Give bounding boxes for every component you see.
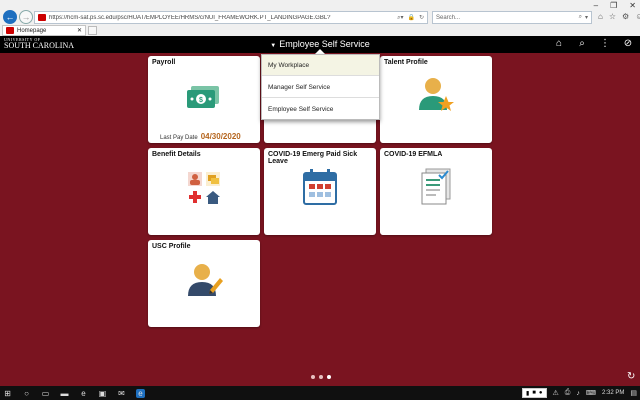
home-icon[interactable]: ⌂	[553, 38, 565, 49]
browser-chrome: – ❐ ✕ ← → https://hcm-sat.ps.sc.edu/psc/…	[0, 0, 640, 36]
task-view-icon[interactable]: ▭	[41, 389, 50, 398]
smiley-icon[interactable]: ☺	[635, 12, 640, 21]
tray-chart-icon: ▮	[525, 390, 530, 397]
homepage-dropdown: My Workplace Manager Self Service Employ…	[261, 54, 380, 120]
arrow-right-icon: →	[21, 12, 31, 22]
close-icon[interactable]: ✕	[629, 1, 636, 10]
refresh-icon[interactable]: ↻	[419, 14, 424, 22]
notifications-icon[interactable]: ▤	[630, 389, 637, 397]
search-input[interactable]: Search...	[436, 15, 579, 21]
money-icon: $	[187, 86, 219, 108]
benefits-icon	[188, 172, 220, 204]
caret-down-icon: ▼	[270, 43, 277, 49]
page-dot[interactable]	[311, 375, 315, 379]
tile-title: COVID-19 Emerg Paid Sick Leave	[268, 151, 358, 165]
document-check-icon	[421, 168, 451, 205]
minimize-icon[interactable]: –	[594, 1, 598, 10]
header-actions: ⌂ ⌕ ⋮ ⊘	[553, 38, 634, 49]
new-tab-button[interactable]	[88, 26, 97, 35]
tile-payroll[interactable]: Payroll $ Last Pay Date 04/30/2020	[148, 56, 260, 143]
edge-icon[interactable]: e	[79, 389, 88, 398]
cortana-icon[interactable]: ○	[22, 389, 31, 398]
actions-menu-icon[interactable]: ⋮	[599, 38, 611, 49]
keyboard-icon[interactable]: ⌨	[586, 389, 596, 397]
tab-label: Homepage	[17, 27, 47, 34]
page-indicator	[311, 375, 331, 379]
taskbar-clock[interactable]: 2:32 PM	[602, 390, 624, 396]
address-bar[interactable]: https://hcm-sat.ps.sc.edu/psc/HUAT/EMPLO…	[34, 11, 428, 24]
store-icon[interactable]: ▣	[98, 389, 107, 398]
svg-text:$: $	[199, 97, 203, 104]
tab-close-icon[interactable]: ✕	[77, 27, 82, 34]
volume-icon[interactable]: ♪	[576, 390, 580, 397]
page-title: Employee Self Service	[279, 39, 370, 49]
gear-icon[interactable]: ⚙	[622, 12, 629, 21]
back-button[interactable]: ←	[3, 10, 17, 24]
tray-app-box[interactable]: ▮ ■ ●	[521, 388, 547, 398]
address-url[interactable]: https://hcm-sat.ps.sc.edu/psc/HUAT/EMPLO…	[49, 15, 394, 21]
last-pay-label: Last Pay Date	[160, 135, 198, 141]
internet-explorer-icon[interactable]: e	[136, 388, 145, 398]
refresh-icon[interactable]: ↻	[627, 371, 635, 382]
chevron-down-icon[interactable]: ▾	[585, 14, 588, 21]
home-icon[interactable]: ⌂	[598, 12, 603, 21]
last-pay-date: Last Pay Date 04/30/2020	[160, 132, 241, 141]
tile-benefit-details[interactable]: Benefit Details	[148, 148, 260, 235]
browser-tab[interactable]: Homepage ✕	[2, 25, 86, 36]
search-dropdown-icon[interactable]: ⌕▾	[397, 14, 403, 22]
search-icon[interactable]: ⌕	[579, 14, 582, 21]
navbar-compass-icon[interactable]: ⊘	[622, 38, 634, 49]
tile-usc-profile[interactable]: USC Profile	[148, 240, 260, 327]
browser-search-box[interactable]: Search... ⌕ ▾	[432, 11, 592, 24]
search-icon[interactable]: ⌕	[576, 38, 588, 49]
star-icon[interactable]: ☆	[609, 12, 616, 21]
forward-button[interactable]: →	[19, 10, 33, 24]
system-tray: ▮ ■ ● ⚠ ⎙ ♪ ⌨ 2:32 PM ▤	[521, 388, 637, 398]
warning-icon[interactable]: ⚠	[553, 389, 559, 397]
search-controls: ⌕ ▾	[579, 14, 588, 21]
tile-covid-sick-leave[interactable]: COVID-19 Emerg Paid Sick Leave	[264, 148, 376, 235]
mail-icon[interactable]: ✉	[117, 389, 126, 398]
page-dot[interactable]	[319, 375, 323, 379]
dropdown-item-employee-self-service[interactable]: Employee Self Service	[262, 99, 379, 120]
person-star-icon	[419, 78, 454, 111]
page-dot-active[interactable]	[327, 375, 331, 379]
file-explorer-icon[interactable]: ▬	[60, 389, 69, 398]
tile-title: Talent Profile	[384, 59, 428, 66]
person-pencil-icon	[188, 264, 223, 296]
address-controls: ⌕▾ 🔒 ↻	[397, 14, 427, 22]
tray-square-icon: ■	[532, 390, 536, 396]
lock-icon[interactable]: 🔒	[407, 14, 414, 22]
dropdown-item-my-workplace[interactable]: My Workplace	[262, 55, 379, 76]
tab-favicon-icon	[6, 27, 14, 34]
tile-talent-profile[interactable]: Talent Profile	[380, 56, 492, 143]
tray-dot-icon: ●	[538, 390, 543, 396]
windows-start-icon[interactable]: ⊞	[3, 389, 12, 398]
calendar-icon	[303, 169, 337, 205]
tile-title: COVID-19 EFMLA	[384, 151, 443, 158]
browser-tools: ⌂ ☆ ⚙ ☺	[598, 12, 640, 21]
window-controls: – ❐ ✕	[594, 1, 636, 10]
windows-taskbar: ⊞ ○ ▭ ▬ e ▣ ✉ e ▮ ■ ● ⚠ ⎙ ♪ ⌨ 2:32 PM ▤	[0, 386, 640, 400]
maximize-icon[interactable]: ❐	[610, 1, 617, 10]
dropdown-item-manager-self-service[interactable]: Manager Self Service	[262, 77, 379, 98]
site-favicon-icon	[38, 14, 46, 21]
arrow-left-icon: ←	[5, 12, 15, 22]
homepage-selector[interactable]: ▼ Employee Self Service	[0, 39, 640, 49]
tile-title: Benefit Details	[152, 151, 201, 158]
network-icon[interactable]: ⎙	[565, 389, 571, 397]
last-pay-value: 04/30/2020	[200, 132, 241, 141]
tile-title: Payroll	[152, 59, 176, 66]
tile-title: USC Profile	[152, 243, 191, 250]
tile-covid-efmla[interactable]: COVID-19 EFMLA	[380, 148, 492, 235]
